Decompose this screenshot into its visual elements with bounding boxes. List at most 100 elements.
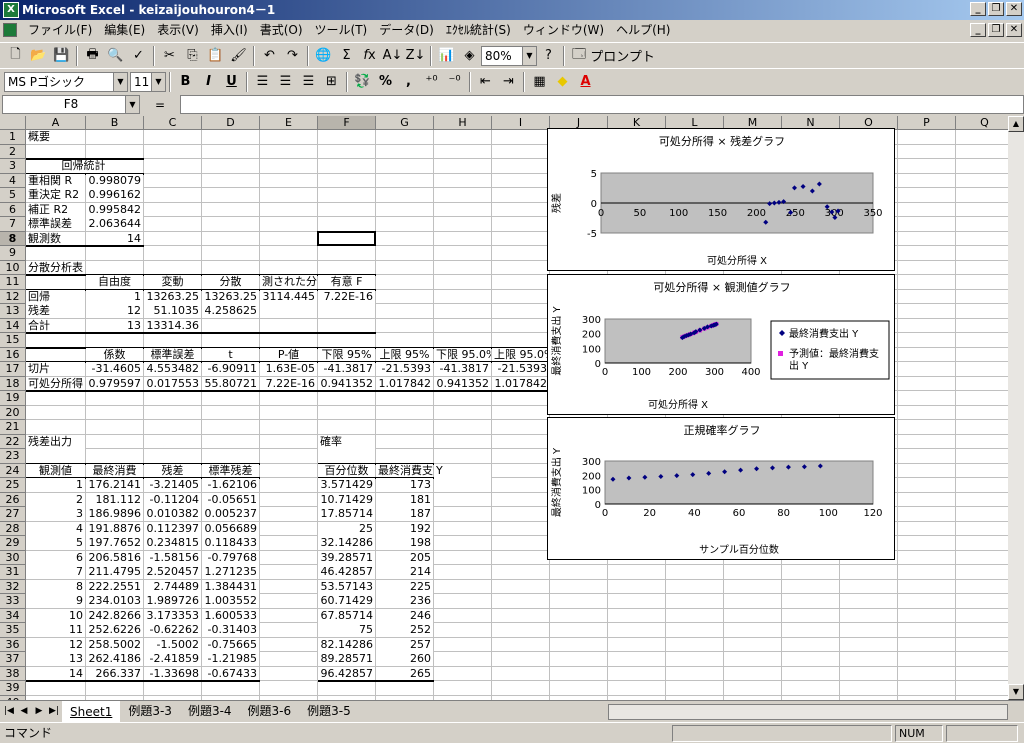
horizontal-scrollbar[interactable]: [608, 704, 1008, 720]
function-icon[interactable]: fx: [358, 45, 381, 67]
menu-format[interactable]: 書式(O): [254, 20, 309, 41]
redo-icon[interactable]: ↷: [281, 45, 304, 67]
row-header-13[interactable]: 13: [0, 304, 26, 319]
chart-wizard-icon[interactable]: 📊: [435, 45, 458, 67]
currency-icon[interactable]: 💱: [351, 71, 374, 93]
italic-button[interactable]: I: [197, 71, 220, 93]
menu-view[interactable]: 表示(V): [151, 20, 205, 41]
spellcheck-icon[interactable]: ✓: [127, 45, 150, 67]
chart-3[interactable]: 正規確率グラフ 0 20 40 60 80 100 120 300 200 100 0 サンプル百分位数…: [547, 417, 895, 560]
increase-decimal-icon[interactable]: ⁺⁰: [420, 71, 443, 93]
tab-sheet1[interactable]: Sheet1: [62, 701, 121, 723]
doc-minimize-button[interactable]: _: [970, 23, 986, 37]
tab-example-3-6[interactable]: 例題3-6: [239, 701, 300, 723]
menu-window[interactable]: ウィンドウ(W): [517, 20, 610, 41]
menu-insert[interactable]: 挿入(I): [205, 20, 254, 41]
hyperlink-icon[interactable]: 🌐: [312, 45, 335, 67]
row-header-11[interactable]: 11: [0, 275, 26, 290]
font-color-icon[interactable]: A: [574, 71, 597, 93]
row-header-35[interactable]: 35: [0, 623, 26, 638]
menu-help[interactable]: ヘルプ(H): [610, 20, 676, 41]
menu-tools[interactable]: ツール(T): [309, 20, 374, 41]
row-header-32[interactable]: 32: [0, 579, 26, 594]
row-header-39[interactable]: 39: [0, 681, 26, 696]
font-name-select[interactable]: MS Pゴシック ▼: [4, 71, 128, 92]
chevron-down-icon[interactable]: ▼: [113, 72, 127, 91]
row-header-22[interactable]: 22: [0, 434, 26, 449]
restore-button[interactable]: ❐: [988, 2, 1004, 16]
chart-2[interactable]: 可処分所得 × 観測値グラフ 0 100 200 300 400 300 200 100 0 可処分…: [547, 274, 895, 415]
row-header-38[interactable]: 38: [0, 666, 26, 681]
column-header-q[interactable]: Q: [956, 116, 1008, 130]
row-header-15[interactable]: 15: [0, 333, 26, 348]
tab-example-3-3[interactable]: 例題3-3: [120, 701, 180, 723]
row-header-24[interactable]: 24: [0, 463, 26, 478]
row-header-5[interactable]: 5: [0, 188, 26, 203]
comma-button[interactable]: ,: [397, 71, 420, 93]
row-header-27[interactable]: 27: [0, 507, 26, 522]
row-header-4[interactable]: 4: [0, 173, 26, 188]
column-header-c[interactable]: C: [144, 116, 202, 130]
cut-icon[interactable]: ✂: [158, 45, 181, 67]
row-header-3[interactable]: 3: [0, 159, 26, 174]
chart-1[interactable]: 可処分所得 × 残差グラフ 0 50 100 150 200 250 300 350 5 0 -5 可処…: [547, 128, 895, 271]
new-icon[interactable]: 🗋: [4, 45, 27, 67]
chevron-down-icon[interactable]: ▼: [522, 46, 536, 65]
scroll-down-icon[interactable]: ▼: [1008, 684, 1024, 700]
row-header-23[interactable]: 23: [0, 449, 26, 464]
row-header-30[interactable]: 30: [0, 550, 26, 565]
column-header-g[interactable]: G: [376, 116, 434, 130]
vertical-scrollbar[interactable]: ▲ ▼: [1008, 116, 1024, 700]
doc-restore-button[interactable]: ❐: [988, 23, 1004, 37]
row-header-10[interactable]: 10: [0, 260, 26, 275]
scroll-up-icon[interactable]: ▲: [1008, 116, 1024, 132]
underline-button[interactable]: U: [220, 71, 243, 93]
selected-cell-f8[interactable]: [317, 230, 376, 246]
column-header-i[interactable]: I: [492, 116, 550, 130]
copy-icon[interactable]: ⎘: [181, 45, 204, 67]
column-header-h[interactable]: H: [434, 116, 492, 130]
row-header-8[interactable]: 8: [0, 231, 26, 246]
decrease-indent-icon[interactable]: ⇤: [474, 71, 497, 93]
prompt-button[interactable]: 🗔 プロンプト: [568, 45, 659, 67]
increase-indent-icon[interactable]: ⇥: [497, 71, 520, 93]
doc-close-button[interactable]: ✕: [1006, 23, 1022, 37]
sort-ascending-icon[interactable]: A↓: [381, 45, 404, 67]
excel-app-icon[interactable]: X: [3, 2, 19, 18]
font-size-select[interactable]: 11 ▼: [130, 71, 166, 92]
row-header-14[interactable]: 14: [0, 318, 26, 333]
format-painter-icon[interactable]: 🖌: [227, 45, 250, 67]
percent-button[interactable]: %: [374, 71, 397, 93]
tab-example-3-5[interactable]: 例題3-5: [299, 701, 359, 723]
column-header-p[interactable]: P: [898, 116, 956, 130]
row-header-16[interactable]: 16: [0, 347, 26, 362]
row-header-12[interactable]: 12: [0, 289, 26, 304]
row-header-1[interactable]: 1: [0, 130, 26, 145]
equals-button[interactable]: =: [140, 98, 180, 112]
name-box[interactable]: F8 ▼: [2, 95, 140, 114]
column-header-f[interactable]: F: [318, 116, 376, 130]
row-header-33[interactable]: 33: [0, 594, 26, 609]
bold-button[interactable]: B: [174, 71, 197, 93]
row-header-37[interactable]: 37: [0, 652, 26, 667]
align-center-icon[interactable]: ☰: [274, 71, 297, 93]
help-icon[interactable]: ?: [537, 45, 560, 67]
prev-sheet-icon[interactable]: ◀: [17, 704, 31, 718]
column-header-e[interactable]: E: [260, 116, 318, 130]
row-header-7[interactable]: 7: [0, 217, 26, 232]
select-all-corner[interactable]: [0, 116, 26, 130]
align-right-icon[interactable]: ☰: [297, 71, 320, 93]
row-header-9[interactable]: 9: [0, 246, 26, 261]
open-icon[interactable]: 📂: [27, 45, 50, 67]
next-sheet-icon[interactable]: ▶: [32, 704, 46, 718]
menu-file[interactable]: ファイル(F): [22, 20, 98, 41]
chevron-down-icon[interactable]: ▼: [151, 72, 165, 91]
workbook-icon[interactable]: [3, 23, 17, 37]
print-preview-icon[interactable]: 🔍: [104, 45, 127, 67]
column-header-d[interactable]: D: [202, 116, 260, 130]
column-header-a[interactable]: A: [26, 116, 86, 130]
undo-icon[interactable]: ↶: [258, 45, 281, 67]
row-header-31[interactable]: 31: [0, 565, 26, 580]
borders-icon[interactable]: ▦: [528, 71, 551, 93]
menu-excel-stats[interactable]: ｴｸｾﾙ統計(S): [440, 20, 517, 41]
